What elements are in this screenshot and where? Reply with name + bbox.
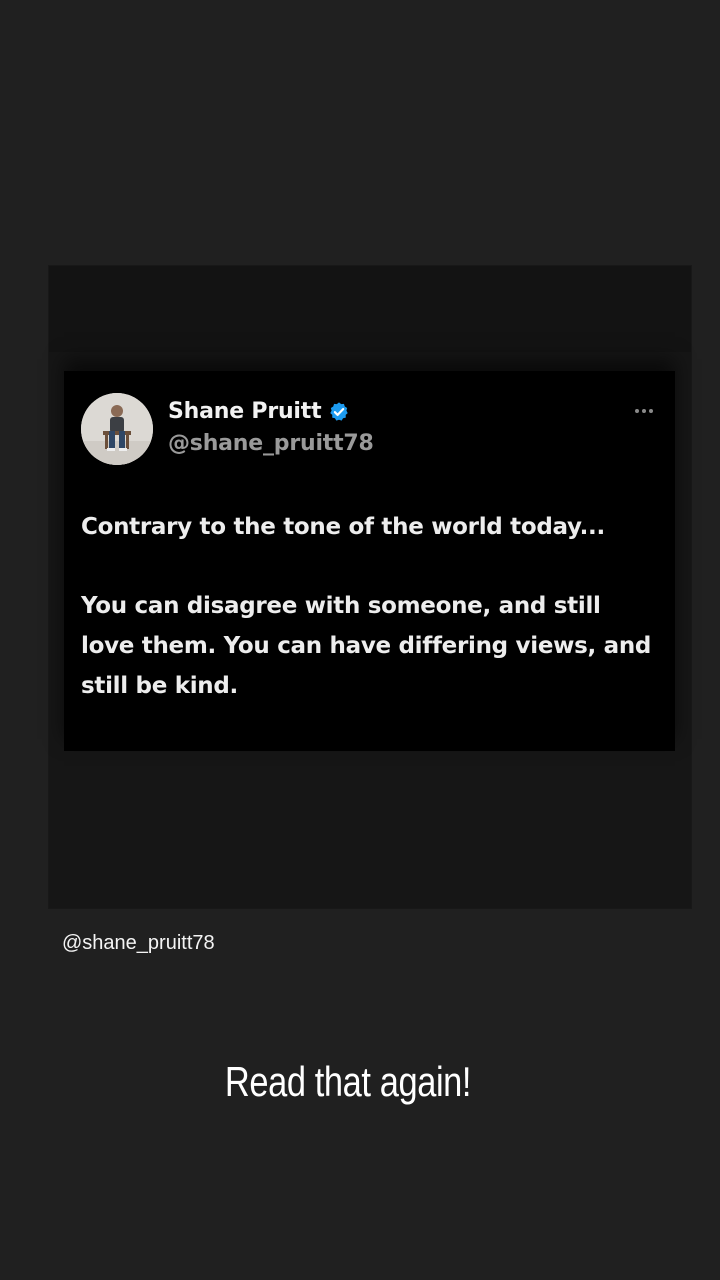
tweet-paragraph: You can disagree with someone, and still… — [81, 593, 652, 699]
shared-post-frame[interactable]: Shane Pruitt @shane_pruitt78 Contrary to… — [49, 266, 691, 908]
author-name-row: Shane Pruitt — [168, 399, 350, 424]
more-options-icon[interactable] — [635, 409, 653, 413]
avatar[interactable] — [81, 393, 153, 465]
author-handle[interactable]: @shane_pruitt78 — [168, 431, 374, 456]
tweet-card[interactable]: Shane Pruitt @shane_pruitt78 Contrary to… — [64, 371, 675, 751]
mention-sticker[interactable]: @shane_pruitt78 — [62, 932, 215, 955]
story-canvas: Shane Pruitt @shane_pruitt78 Contrary to… — [0, 0, 720, 1280]
verified-badge-icon — [328, 401, 350, 423]
tweet-paragraph: Contrary to the tone of the world today.… — [81, 514, 605, 540]
story-caption: Read that again! — [224, 1058, 472, 1105]
tweet-text: Contrary to the tone of the world today.… — [81, 507, 661, 706]
author-name[interactable]: Shane Pruitt — [168, 399, 322, 424]
